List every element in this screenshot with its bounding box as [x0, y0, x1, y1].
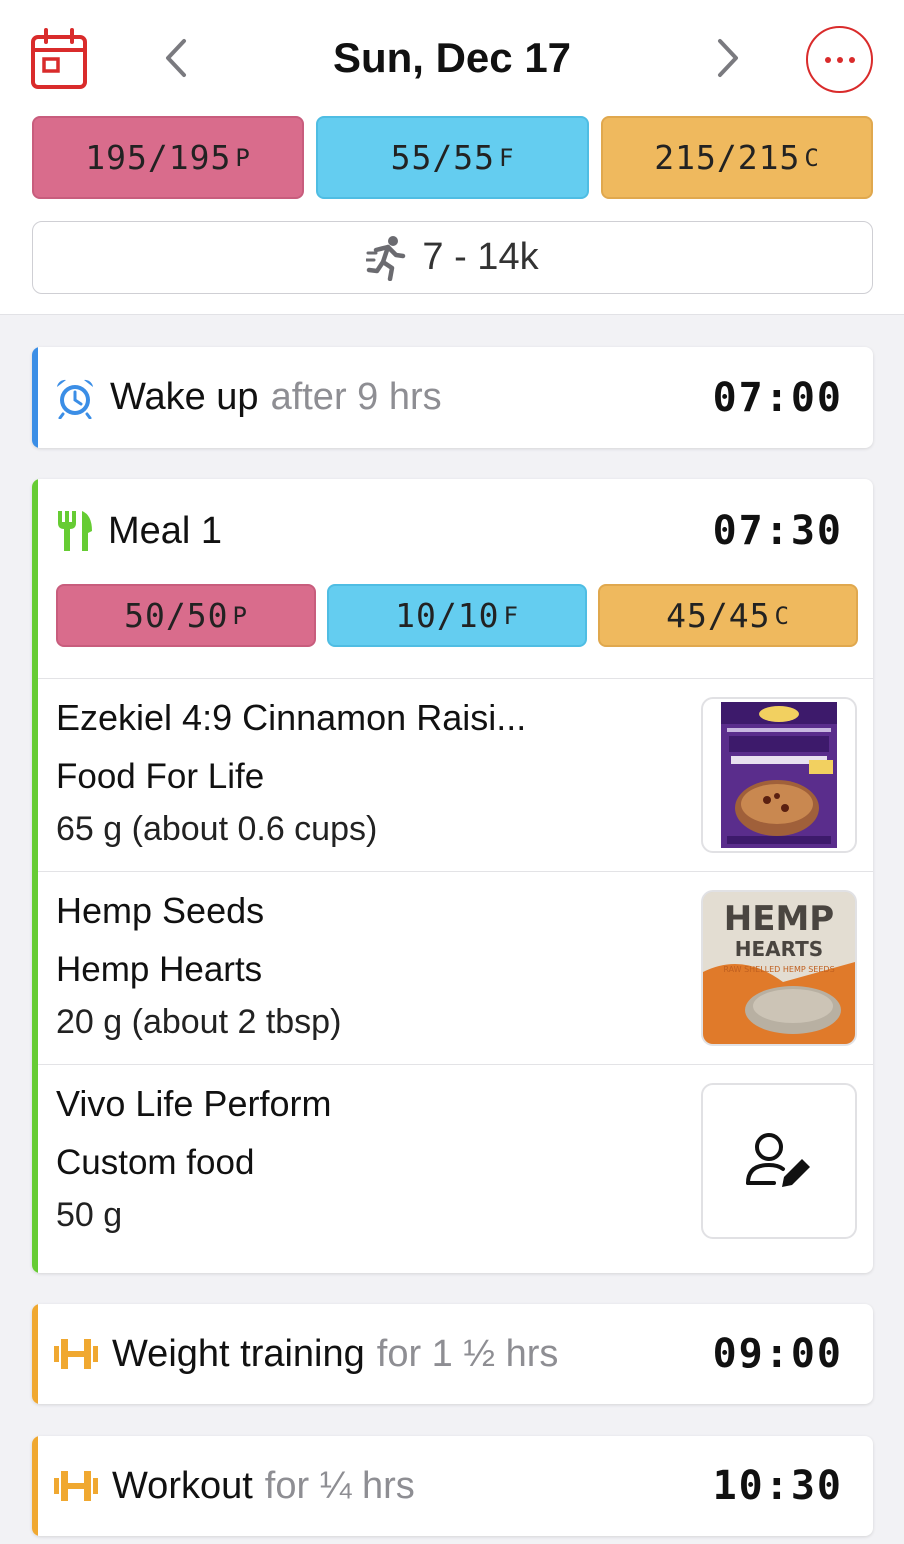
- weight-training-duration: for 1 ½ hrs: [376, 1332, 559, 1375]
- fat-target-chip[interactable]: 55/55 F: [316, 116, 589, 199]
- weight-training-card[interactable]: Weight training for 1 ½ hrs 09:00: [32, 1304, 873, 1404]
- wake-up-bar: [32, 347, 38, 448]
- wake-up-duration: after 9 hrs: [270, 376, 442, 418]
- protein-target-chip[interactable]: 195/195 P: [32, 116, 304, 199]
- food-brand: Hemp Hearts: [56, 950, 263, 989]
- alarm-clock-icon: [57, 379, 93, 419]
- wake-up-title: Wake up: [110, 376, 259, 418]
- food-name: Hemp Seeds: [56, 890, 265, 931]
- workout-card[interactable]: Workout for ¼ hrs 10:30: [32, 1436, 873, 1536]
- fat-unit: F: [498, 143, 515, 172]
- meal-protein-chip[interactable]: 50/50 P: [56, 584, 316, 647]
- meal-carb-unit: C: [774, 601, 790, 630]
- hemp-hearts-image: HEMP HEARTS RAW SHELLED HEMP SEEDS: [701, 890, 857, 1046]
- meal-card: Meal 1 07:30 50/50 P 10/10 F 45/45 C Ezekie…: [32, 479, 873, 1273]
- workout-duration: for ¼ hrs: [264, 1464, 415, 1507]
- meal-header[interactable]: Meal 1 07:30: [54, 499, 843, 563]
- food-quantity: 50 g: [56, 1196, 123, 1234]
- more-options-button[interactable]: [806, 26, 873, 93]
- daily-macro-targets: 195/195 P 55/55 F 215/215 C: [32, 116, 873, 199]
- hemp-logo-text: HEMP: [724, 899, 834, 939]
- meal-macros: 50/50 P 10/10 F 45/45 C: [56, 584, 858, 647]
- fat-value: 55/55: [390, 138, 495, 177]
- workout-title: Workout: [112, 1464, 253, 1507]
- calendar-icon[interactable]: [30, 28, 88, 90]
- workout-bar: [32, 1436, 38, 1536]
- workout-time[interactable]: 10:30: [713, 1463, 843, 1509]
- food-quantity: 65 g (about 0.6 cups): [56, 810, 378, 848]
- weight-training-time[interactable]: 09:00: [713, 1331, 843, 1377]
- food-quantity: 20 g (about 2 tbsp): [56, 1003, 342, 1041]
- wake-up-time[interactable]: 07:00: [713, 375, 843, 421]
- date-title[interactable]: Sun, Dec 17: [200, 30, 704, 86]
- food-item[interactable]: Hemp Seeds Hemp Hearts 20 g (about 2 tbs…: [38, 871, 873, 1064]
- meal-title: Meal 1: [108, 509, 223, 552]
- hearts-logo-text: HEARTS: [735, 937, 823, 961]
- food-brand: Custom food: [56, 1143, 255, 1182]
- food-item[interactable]: Vivo Life Perform Custom food 50 g: [38, 1064, 873, 1273]
- dumbbell-icon: [54, 1339, 98, 1369]
- hemp-tagline-text: RAW SHELLED HEMP SEEDS: [723, 965, 834, 974]
- dumbbell-icon: [54, 1471, 98, 1501]
- steps-target[interactable]: 7 - 14k: [32, 221, 873, 294]
- weight-training-title: Weight training: [112, 1332, 365, 1375]
- meal-fat-unit: F: [503, 601, 519, 630]
- custom-food-thumbnail[interactable]: [701, 1083, 857, 1239]
- meal-time[interactable]: 07:30: [713, 508, 843, 554]
- meal-fat-value: 10/10: [395, 596, 500, 635]
- fork-knife-icon: [58, 511, 92, 551]
- meal-fat-chip[interactable]: 10/10 F: [327, 584, 587, 647]
- weight-training-bar: [32, 1304, 38, 1404]
- meal-carb-value: 45/45: [666, 596, 771, 635]
- running-person-icon: [366, 235, 406, 281]
- day-header: Sun, Dec 17 195/195 P 55/55 F 215/215 C 7 -…: [0, 0, 904, 315]
- chevron-left-icon[interactable]: [156, 36, 196, 80]
- carb-target-chip[interactable]: 215/215 C: [601, 116, 873, 199]
- food-name: Ezekiel 4:9 Cinnamon Raisi...: [56, 697, 527, 738]
- meal-protein-value: 50/50: [124, 596, 229, 635]
- user-edit-icon: [746, 1133, 810, 1187]
- chevron-right-icon[interactable]: [708, 36, 748, 80]
- cereal-box-image: [701, 697, 857, 853]
- food-brand: Food For Life: [56, 757, 265, 796]
- protein-value: 195/195: [85, 138, 232, 177]
- carb-unit: C: [804, 143, 820, 172]
- ellipsis-icon: [824, 56, 831, 63]
- protein-unit: P: [235, 143, 251, 172]
- steps-value: 7 - 14k: [422, 236, 539, 278]
- food-name: Vivo Life Perform: [56, 1083, 332, 1124]
- meal-protein-unit: P: [232, 601, 248, 630]
- food-item[interactable]: Ezekiel 4:9 Cinnamon Raisi... Food For L…: [38, 678, 873, 871]
- carb-value: 215/215: [654, 138, 801, 177]
- wake-up-card[interactable]: Wake up after 9 hrs 07:00: [32, 347, 873, 448]
- meal-carb-chip[interactable]: 45/45 C: [598, 584, 858, 647]
